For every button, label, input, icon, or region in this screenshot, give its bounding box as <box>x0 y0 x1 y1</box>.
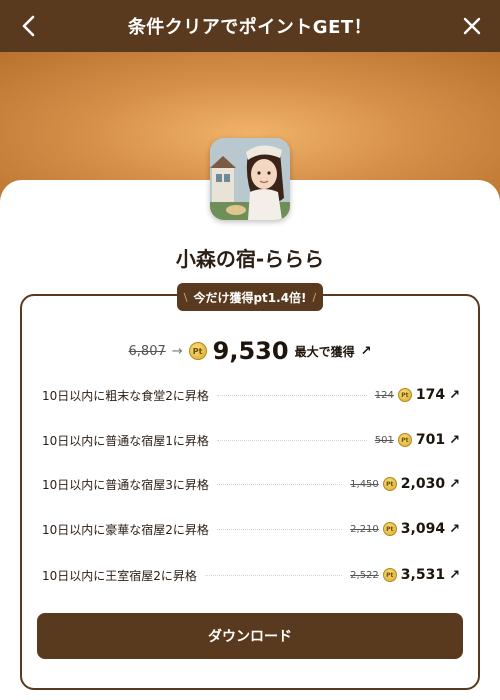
pt-coin-icon: Pt <box>188 342 207 360</box>
task-label: 10日以内に普通な宿屋3に昇格 <box>42 477 209 492</box>
dotted-leader <box>216 394 367 396</box>
close-button[interactable] <box>458 12 486 40</box>
task-reward: 2,210 Pt 3,094 ↗ <box>350 521 460 537</box>
header-bar: 条件クリアでポイントGET！ <box>0 0 500 52</box>
total-new-points: 9,530 <box>212 337 289 365</box>
task-label: 10日以内に王室宿屋2に昇格 <box>42 568 197 583</box>
bonus-badge: \ 今だけ獲得pt1.4倍! / <box>177 283 323 311</box>
task-old-points: 2,522 <box>350 569 379 581</box>
task-reward: 1,450 Pt 2,030 ↗ <box>350 476 460 492</box>
badge-slash-left: \ <box>183 290 188 304</box>
pt-coin-icon: Pt <box>382 522 397 536</box>
dotted-leader <box>216 439 367 441</box>
task-reward: 501 Pt 701 ↗ <box>375 432 460 448</box>
total-points: 6,807 → Pt 9,530 最大で獲得 ↗ <box>20 336 480 366</box>
close-icon <box>463 17 481 35</box>
pt-coin-icon: Pt <box>382 477 397 491</box>
pt-coin-icon: Pt <box>382 568 397 582</box>
back-button[interactable] <box>14 12 42 40</box>
task-row[interactable]: 10日以内に豪華な宿屋2に昇格 2,210 Pt 3,094 ↗ <box>42 519 460 539</box>
dotted-leader <box>216 528 343 530</box>
total-old-points: 6,807 <box>128 343 166 359</box>
dotted-leader <box>204 574 343 576</box>
task-new-points: 3,094 <box>400 521 446 537</box>
app-icon-illustration <box>210 138 290 220</box>
task-row[interactable]: 10日以内に普通な宿屋1に昇格 501 Pt 701 ↗ <box>42 430 460 450</box>
task-new-points: 701 <box>415 432 446 448</box>
external-link-icon: ↗ <box>449 521 460 537</box>
task-old-points: 2,210 <box>350 523 379 535</box>
external-link-icon: ↗ <box>449 476 460 492</box>
task-new-points: 3,531 <box>400 567 446 583</box>
external-link-icon: ↗ <box>449 567 460 583</box>
external-link-icon: ↗ <box>449 387 460 403</box>
task-new-points: 2,030 <box>400 476 446 492</box>
pt-coin-icon: Pt <box>397 388 412 402</box>
task-label: 10日以内に粗末な食堂2に昇格 <box>42 388 209 403</box>
task-row[interactable]: 10日以内に王室宿屋2に昇格 2,522 Pt 3,531 ↗ <box>42 565 460 585</box>
external-link-icon: ↗ <box>360 343 372 359</box>
task-reward: 2,522 Pt 3,531 ↗ <box>350 567 460 583</box>
page-title: 条件クリアでポイントGET！ <box>127 17 373 38</box>
task-old-points: 501 <box>374 434 394 446</box>
external-link-icon: ↗ <box>449 432 460 448</box>
chevron-left-icon <box>22 15 35 37</box>
task-label: 10日以内に豪華な宿屋2に昇格 <box>42 522 209 537</box>
total-arrow: → <box>171 343 183 359</box>
dotted-leader <box>216 483 343 485</box>
badge-slash-right: / <box>312 290 317 304</box>
task-row[interactable]: 10日以内に普通な宿屋3に昇格 1,450 Pt 2,030 ↗ <box>42 474 460 494</box>
task-old-points: 1,450 <box>350 478 379 490</box>
app-name: 小森の宿-ららら <box>175 247 325 271</box>
task-row[interactable]: 10日以内に粗末な食堂2に昇格 124 Pt 174 ↗ <box>42 385 460 405</box>
badge-text: 今だけ獲得pt1.4倍! <box>193 290 307 305</box>
task-new-points: 174 <box>415 387 446 403</box>
download-button[interactable]: ダウンロード <box>37 613 463 659</box>
total-suffix: 最大で獲得 <box>294 344 355 359</box>
task-reward: 124 Pt 174 ↗ <box>375 387 460 403</box>
task-old-points: 124 <box>374 389 394 401</box>
app-icon <box>210 138 290 220</box>
pt-coin-icon: Pt <box>397 433 412 447</box>
task-label: 10日以内に普通な宿屋1に昇格 <box>42 433 209 448</box>
